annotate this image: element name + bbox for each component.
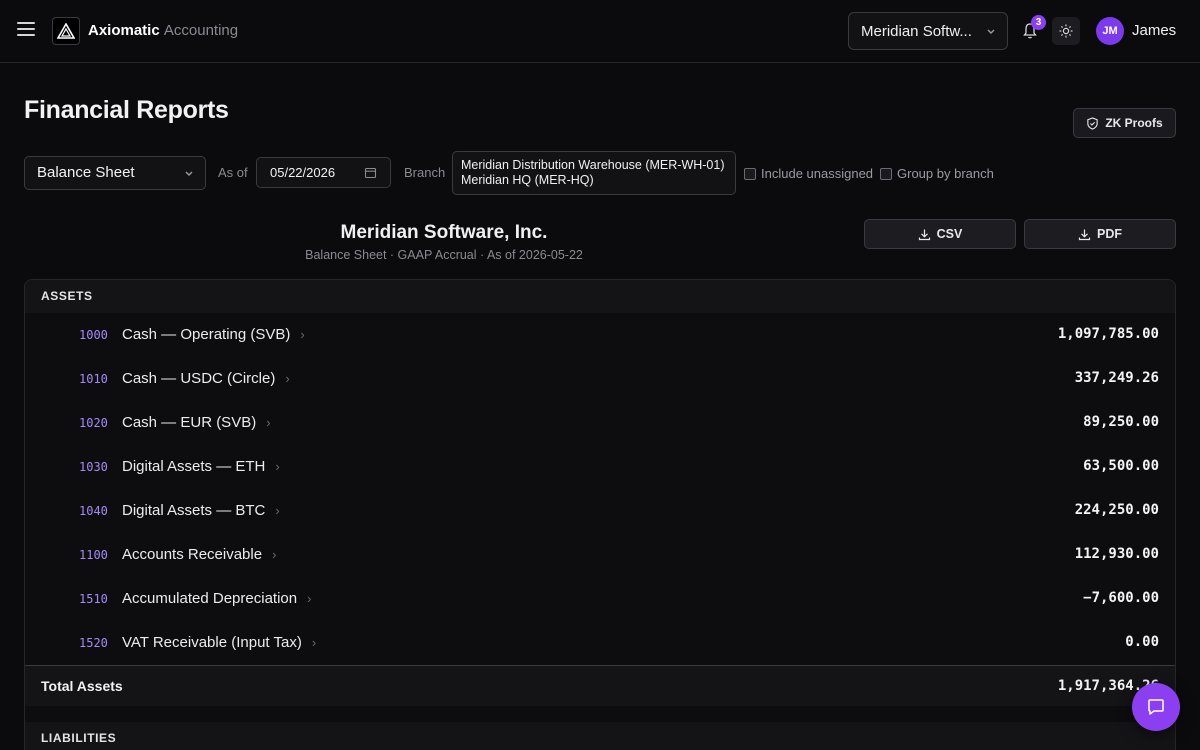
report-subtitle: Balance Sheet · GAAP Accrual · As of 202… (305, 248, 583, 262)
section-spacer (25, 706, 1175, 722)
chevron-right-icon: › (307, 591, 312, 606)
report-company-name: Meridian Software, Inc. (340, 222, 548, 243)
account-row[interactable]: 1040 Digital Assets — BTC › 224,250.00 (25, 489, 1175, 533)
branch-option[interactable]: Meridian HQ (MER-HQ) (461, 173, 727, 188)
total-assets-label: Total Assets (41, 678, 123, 694)
account-name-text: Accumulated Depreciation (122, 590, 298, 607)
pdf-label: PDF (1097, 227, 1122, 241)
user-name[interactable]: James (1132, 22, 1176, 39)
account-name-text: Cash — EUR (SVB) (122, 414, 257, 431)
account-amount: 0.00 (1125, 634, 1159, 650)
account-row[interactable]: 1520 VAT Receivable (Input Tax) › 0.00 (25, 621, 1175, 665)
account-code: 1040 (79, 504, 108, 518)
account-row[interactable]: 1010 Cash — USDC (Circle) › 337,249.26 (25, 357, 1175, 401)
account-name-text: Digital Assets — ETH (122, 458, 266, 475)
company-select[interactable]: Meridian Softw... (848, 12, 1008, 50)
as-of-label: As of (218, 165, 248, 180)
csv-label: CSV (936, 227, 963, 241)
chat-button[interactable] (1132, 683, 1180, 731)
as-of-date-input[interactable]: 05/22/2026 (256, 157, 391, 188)
liabilities-section-heading: LIABILITIES (25, 722, 1175, 750)
shield-icon (1087, 116, 1099, 130)
company-select-value: Meridian Softw... (861, 22, 972, 40)
brand-primary: Axiomatic (88, 22, 160, 39)
as-of-date-value: 05/22/2026 (270, 165, 336, 180)
account-name[interactable]: VAT Receivable (Input Tax) › (122, 634, 316, 651)
theme-toggle-button[interactable] (1052, 17, 1080, 45)
branch-label: Branch (404, 165, 446, 180)
account-amount: 63,500.00 (1083, 458, 1159, 474)
total-assets-row: Total Assets 1,917,364.26 (25, 665, 1175, 706)
include-unassigned-checkbox[interactable]: Include unassigned (744, 166, 873, 181)
account-name[interactable]: Cash — EUR (SVB) › (122, 414, 271, 431)
account-amount: 89,250.00 (1083, 414, 1159, 430)
include-unassigned-label: Include unassigned (761, 166, 874, 181)
csv-download-button[interactable]: CSV (864, 219, 1016, 249)
account-code: 1520 (79, 636, 108, 650)
checkbox-box[interactable] (744, 167, 756, 180)
account-row[interactable]: 1510 Accumulated Depreciation › −7,600.00 (25, 577, 1175, 621)
calendar-icon[interactable] (364, 166, 377, 179)
branch-multiselect[interactable]: Meridian Distribution Warehouse (MER-WH-… (452, 151, 736, 195)
brand-secondary: Accounting (163, 22, 239, 39)
account-row[interactable]: 1000 Cash — Operating (SVB) › 1,097,785.0… (25, 313, 1175, 357)
account-name[interactable]: Cash — Operating (SVB) › (122, 326, 305, 343)
page-title: Financial Reports (24, 96, 229, 124)
account-name[interactable]: Digital Assets — ETH › (122, 458, 280, 475)
avatar[interactable]: JM (1096, 17, 1124, 45)
account-name[interactable]: Cash — USDC (Circle) › (122, 370, 290, 387)
account-amount: 112,930.00 (1074, 546, 1159, 562)
account-name-text: Digital Assets — BTC (122, 502, 266, 519)
chevron-down-icon (987, 29, 995, 34)
zk-proofs-label: ZK Proofs (1105, 116, 1163, 130)
account-code: 1020 (79, 416, 108, 430)
account-amount: 1,097,785.00 (1057, 326, 1159, 342)
brand-name: Axiomatic Accounting (88, 22, 238, 39)
account-name-text: Accounts Receivable (122, 546, 263, 563)
account-code: 1000 (79, 328, 108, 342)
account-row[interactable]: 1030 Digital Assets — ETH › 63,500.00 (25, 445, 1175, 489)
account-amount: 337,249.26 (1074, 370, 1159, 386)
download-icon (1078, 229, 1091, 240)
chat-icon (1148, 699, 1164, 715)
account-name-text: Cash — USDC (Circle) (122, 370, 276, 387)
chevron-down-icon (185, 171, 193, 176)
menu-icon[interactable] (17, 22, 35, 38)
zk-proofs-button[interactable]: ZK Proofs (1073, 108, 1176, 138)
report-type-value: Balance Sheet (37, 164, 135, 181)
report-type-select[interactable]: Balance Sheet (24, 156, 206, 190)
account-amount: 224,250.00 (1074, 502, 1159, 518)
chevron-right-icon: › (266, 415, 271, 430)
chevron-right-icon: › (272, 547, 277, 562)
account-name[interactable]: Accounts Receivable › (122, 546, 276, 563)
group-by-branch-label: Group by branch (897, 166, 994, 181)
account-code: 1100 (79, 548, 108, 562)
download-icon (918, 229, 930, 240)
account-name-text: VAT Receivable (Input Tax) (122, 634, 302, 651)
checkbox-box[interactable] (880, 167, 892, 180)
account-amount: −7,600.00 (1083, 590, 1159, 606)
chevron-right-icon: › (311, 635, 317, 650)
account-name[interactable]: Accumulated Depreciation › (122, 590, 311, 607)
account-row[interactable]: 1100 Accounts Receivable › 112,930.00 (25, 533, 1175, 577)
chevron-right-icon: › (275, 459, 280, 474)
account-row[interactable]: 1020 Cash — EUR (SVB) › 89,250.00 (25, 401, 1175, 445)
chevron-right-icon: › (285, 371, 290, 386)
notification-badge: 3 (1031, 15, 1046, 30)
top-bar: Axiomatic Accounting Meridian Softw... 3… (0, 0, 1200, 63)
balance-sheet-table: ASSETS 1000 Cash — Operating (SVB) › 1,09… (24, 279, 1176, 750)
account-name[interactable]: Digital Assets — BTC › (122, 502, 280, 519)
account-code: 1030 (79, 460, 108, 474)
chevron-right-icon: › (275, 503, 280, 518)
pdf-download-button[interactable]: PDF (1024, 219, 1176, 249)
group-by-branch-checkbox[interactable]: Group by branch (880, 166, 994, 181)
branch-option[interactable]: Meridian Distribution Warehouse (MER-WH-… (461, 158, 727, 173)
logo-icon[interactable] (52, 17, 80, 45)
account-name-text: Cash — Operating (SVB) (122, 326, 291, 343)
account-code: 1010 (79, 372, 108, 386)
assets-section-heading: ASSETS (25, 280, 1175, 313)
chevron-right-icon: › (300, 327, 305, 342)
sun-icon (1059, 24, 1073, 38)
account-code: 1510 (79, 592, 108, 606)
